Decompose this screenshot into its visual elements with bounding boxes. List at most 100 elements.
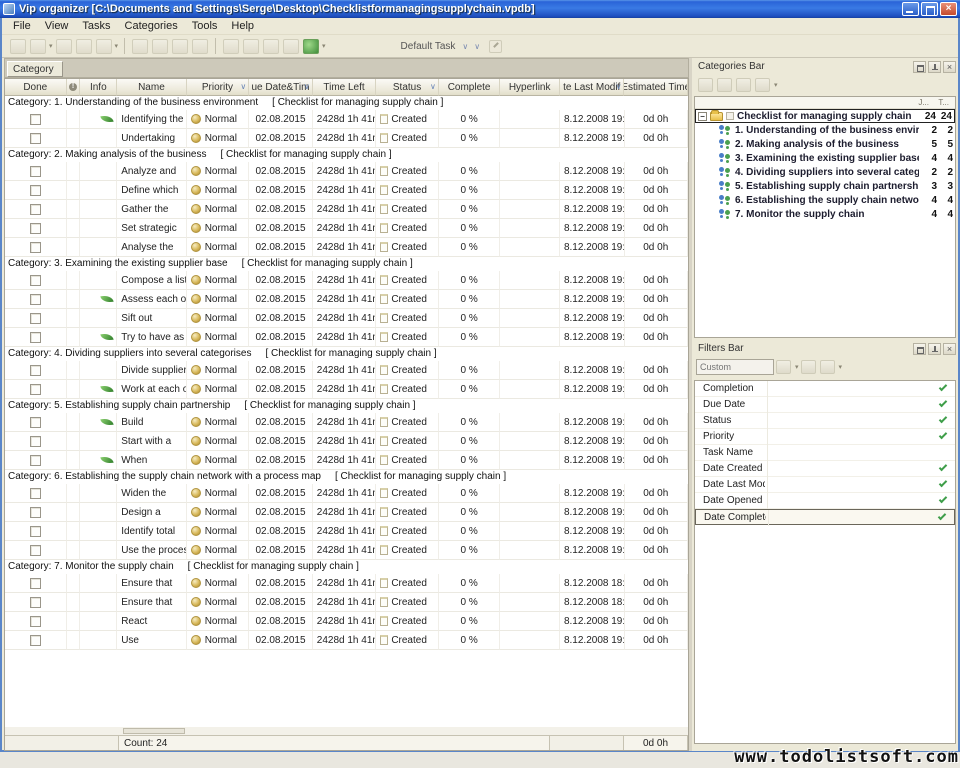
- filter-row[interactable]: Date Opened: [695, 493, 955, 509]
- done-checkbox[interactable]: [30, 384, 41, 395]
- filters-pin-icon[interactable]: [928, 343, 941, 355]
- col-info[interactable]: Info: [80, 79, 117, 96]
- categories-window-icon[interactable]: [913, 61, 926, 73]
- task-row[interactable]: Try to have asNormal02.08.20152428d 1h 4…: [5, 328, 688, 347]
- task-row[interactable]: Design aNormal02.08.20152428d 1h 41mCrea…: [5, 503, 688, 522]
- notes-dropdown-arrow-icon[interactable]: ▾: [322, 42, 326, 50]
- filter-row[interactable]: Task Name: [695, 445, 955, 461]
- clear-filter-icon[interactable]: [820, 360, 835, 374]
- default-task-combo[interactable]: Default Task ∨ ∨: [397, 40, 503, 53]
- tree-root-item[interactable]: −Checklist for managing supply chain2424: [695, 109, 955, 123]
- done-checkbox[interactable]: [30, 332, 41, 343]
- filter-row[interactable]: Date Completed: [695, 509, 955, 525]
- done-checkbox[interactable]: [30, 597, 41, 608]
- categories-overflow-icon[interactable]: ▾: [774, 81, 778, 89]
- done-checkbox[interactable]: [30, 436, 41, 447]
- filter-search-input[interactable]: [696, 359, 774, 375]
- task-row[interactable]: WhenNormal02.08.20152428d 1h 41mCreated0…: [5, 451, 688, 470]
- paste-icon[interactable]: [172, 39, 188, 54]
- done-checkbox[interactable]: [30, 185, 41, 196]
- new-category-panel-icon[interactable]: [736, 78, 751, 92]
- outdent-icon[interactable]: [283, 39, 299, 54]
- tree-category-item[interactable]: 7. Monitor the supply chain44: [695, 207, 955, 221]
- tree-category-item[interactable]: 5. Establishing supply chain partnership…: [695, 179, 955, 193]
- edit-default-task-icon[interactable]: [489, 40, 502, 53]
- category-row[interactable]: Category: 1. Understanding of the busine…: [5, 96, 688, 110]
- edit-task-icon[interactable]: [76, 39, 92, 54]
- tree-category-item[interactable]: 6. Establishing the supply chain network…: [695, 193, 955, 207]
- done-checkbox[interactable]: [30, 204, 41, 215]
- new-task-icon[interactable]: [10, 39, 26, 54]
- menu-help[interactable]: Help: [224, 20, 261, 32]
- task-row[interactable]: Set strategicNormal02.08.20152428d 1h 41…: [5, 219, 688, 238]
- undo-icon[interactable]: [192, 39, 208, 54]
- notes-icon[interactable]: [303, 39, 319, 54]
- done-checkbox[interactable]: [30, 417, 41, 428]
- task-row[interactable]: Assess each ofNormal02.08.20152428d 1h 4…: [5, 290, 688, 309]
- filter-row[interactable]: Due Date: [695, 397, 955, 413]
- collapse-icon[interactable]: −: [698, 112, 707, 121]
- tree-category-item[interactable]: 2. Making analysis of the business55: [695, 137, 955, 151]
- task-row[interactable]: Identify totalNormal02.08.20152428d 1h 4…: [5, 522, 688, 541]
- filter-dropdown-icon[interactable]: ▾: [795, 363, 799, 371]
- categories-pin-icon[interactable]: [928, 61, 941, 73]
- chevron-down-icon[interactable]: ∨: [304, 82, 310, 91]
- filter-row[interactable]: Status: [695, 413, 955, 429]
- menu-categories[interactable]: Categories: [118, 20, 185, 32]
- horizontal-scrollbar[interactable]: [5, 727, 688, 735]
- task-row[interactable]: UseNormal02.08.20152428d 1h 41mCreated0 …: [5, 631, 688, 650]
- tree-category-item[interactable]: 1. Understanding of the business environ…: [695, 123, 955, 137]
- category-row[interactable]: Category: 5. Establishing supply chain p…: [5, 399, 688, 413]
- done-checkbox[interactable]: [30, 578, 41, 589]
- col-hyperlink[interactable]: Hyperlink: [500, 79, 560, 96]
- new-subtask-icon[interactable]: [30, 39, 46, 54]
- restore-button[interactable]: [921, 2, 938, 16]
- task-row[interactable]: Work at each ofNormal02.08.20152428d 1h …: [5, 380, 688, 399]
- done-checkbox[interactable]: [30, 545, 41, 556]
- col-due-date[interactable]: ue Date&Tim∨: [249, 79, 313, 96]
- category-row[interactable]: Category: 3. Examining the existing supp…: [5, 257, 688, 271]
- expand-all-icon[interactable]: [698, 78, 713, 92]
- delete-task-icon[interactable]: [96, 39, 112, 54]
- task-row[interactable]: Start with aNormal02.08.20152428d 1h 41m…: [5, 432, 688, 451]
- chevron-down-icon[interactable]: ∨: [240, 82, 246, 91]
- tree-col-header-1[interactable]: J...: [918, 98, 929, 107]
- move-up-icon[interactable]: [223, 39, 239, 54]
- filter-row[interactable]: Date Created: [695, 461, 955, 477]
- task-row[interactable]: Ensure thatNormal02.08.20152428d 1h 41mC…: [5, 593, 688, 612]
- collapse-all-icon[interactable]: [717, 78, 732, 92]
- task-row[interactable]: Gather theNormal02.08.20152428d 1h 41mCr…: [5, 200, 688, 219]
- done-checkbox[interactable]: [30, 114, 41, 125]
- category-row[interactable]: Category: 6. Establishing the supply cha…: [5, 470, 688, 484]
- category-row[interactable]: Category: 2. Making analysis of the busi…: [5, 148, 688, 162]
- col-complete[interactable]: Complete: [439, 79, 501, 96]
- task-row[interactable]: Sift outNormal02.08.20152428d 1h 41mCrea…: [5, 309, 688, 328]
- menu-view[interactable]: View: [38, 20, 76, 32]
- task-row[interactable]: UndertakingNormal02.08.20152428d 1h 41mC…: [5, 129, 688, 148]
- chevron-down-icon[interactable]: ∨: [616, 82, 622, 91]
- new-dropdown-arrow-icon[interactable]: ▾: [49, 42, 53, 50]
- apply-filter-icon[interactable]: [776, 360, 791, 374]
- task-row[interactable]: Define whichNormal02.08.20152428d 1h 41m…: [5, 181, 688, 200]
- minimize-button[interactable]: [902, 2, 919, 16]
- done-checkbox[interactable]: [30, 223, 41, 234]
- col-last-modified[interactable]: te Last Modif∨: [560, 79, 625, 96]
- category-row[interactable]: Category: 4. Dividing suppliers into sev…: [5, 347, 688, 361]
- task-row[interactable]: Identifying theNormal02.08.20152428d 1h …: [5, 110, 688, 129]
- done-checkbox[interactable]: [30, 507, 41, 518]
- tree-category-item[interactable]: 3. Examining the existing supplier base4…: [695, 151, 955, 165]
- tree-col-header-2[interactable]: T...: [938, 98, 949, 107]
- done-checkbox[interactable]: [30, 526, 41, 537]
- move-down-icon[interactable]: [243, 39, 259, 54]
- done-checkbox[interactable]: [30, 133, 41, 144]
- done-checkbox[interactable]: [30, 616, 41, 627]
- tree-category-item[interactable]: 4. Dividing suppliers into several categ…: [695, 165, 955, 179]
- task-row[interactable]: Ensure thatNormal02.08.20152428d 1h 41mC…: [5, 574, 688, 593]
- task-row[interactable]: BuildNormal02.08.20152428d 1h 41mCreated…: [5, 413, 688, 432]
- combo-chevron-down-icon[interactable]: ∨: [462, 42, 468, 51]
- col-time-left[interactable]: Time Left: [313, 79, 377, 96]
- filters-overflow-icon[interactable]: ▾: [839, 363, 843, 371]
- menu-file[interactable]: File: [6, 20, 38, 32]
- close-button[interactable]: ×: [940, 2, 957, 16]
- done-checkbox[interactable]: [30, 488, 41, 499]
